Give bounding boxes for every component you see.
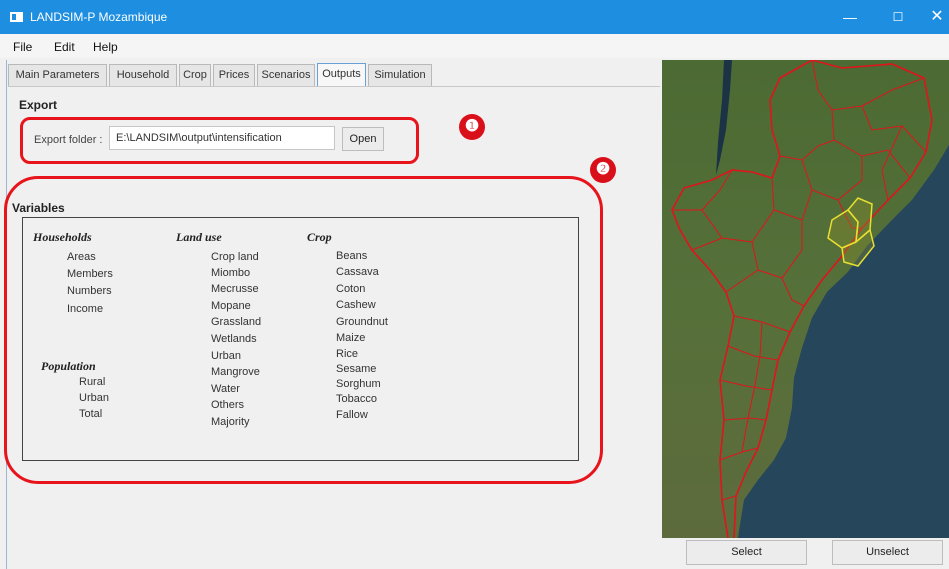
select-button[interactable]: Select — [686, 540, 807, 565]
callout-2-badge: ❷ — [590, 157, 616, 183]
var-land-mecrusse[interactable]: Mecrusse — [211, 283, 259, 295]
land-use-heading: Land use — [176, 230, 222, 244]
var-land-mopane[interactable]: Mopane — [211, 300, 251, 312]
var-population-urban[interactable]: Urban — [79, 392, 109, 404]
menu-help[interactable]: Help — [93, 40, 118, 54]
var-households-areas[interactable]: Areas — [67, 251, 96, 263]
export-heading: Export — [19, 98, 58, 112]
unselect-button[interactable]: Unselect — [832, 540, 943, 565]
var-population-rural[interactable]: Rural — [79, 376, 105, 388]
var-households-numbers[interactable]: Numbers — [67, 285, 112, 297]
menu-file[interactable]: File — [13, 40, 32, 54]
app-icon — [10, 12, 23, 22]
households-heading: Households — [33, 230, 92, 244]
var-land-majority[interactable]: Majority — [211, 416, 250, 428]
var-land-mangrove[interactable]: Mangrove — [211, 366, 260, 378]
var-households-income[interactable]: Income — [67, 303, 103, 315]
var-land-crop-land[interactable]: Crop land — [211, 251, 259, 263]
tab-outputs[interactable]: Outputs — [317, 63, 366, 87]
var-crop-rice[interactable]: Rice — [336, 348, 358, 360]
var-crop-cashew[interactable]: Cashew — [336, 299, 376, 311]
var-population-total[interactable]: Total — [79, 408, 102, 420]
maximize-button[interactable]: ☐ — [880, 0, 916, 34]
menu-edit[interactable]: Edit — [54, 40, 75, 54]
var-crop-groundnut[interactable]: Groundnut — [336, 316, 388, 328]
highlight-box-1 — [20, 117, 419, 164]
var-land-miombo[interactable]: Miombo — [211, 267, 250, 279]
callout-1-badge: ❶ — [459, 114, 485, 140]
var-crop-sorghum[interactable]: Sorghum — [336, 378, 381, 390]
tab-prices[interactable]: Prices — [213, 64, 255, 86]
tab-divider — [8, 86, 660, 87]
population-heading: Population — [41, 359, 96, 373]
var-land-urban[interactable]: Urban — [211, 350, 241, 362]
var-land-grassland[interactable]: Grassland — [211, 316, 261, 328]
var-land-wetlands[interactable]: Wetlands — [211, 333, 257, 345]
variables-panel: Households Areas Members Numbers Income … — [22, 217, 579, 461]
tab-crop[interactable]: Crop — [179, 64, 211, 86]
district-map[interactable] — [662, 60, 949, 538]
var-crop-beans[interactable]: Beans — [336, 250, 367, 262]
var-land-water[interactable]: Water — [211, 383, 240, 395]
var-land-others[interactable]: Others — [211, 399, 244, 411]
tab-main-parameters[interactable]: Main Parameters — [8, 64, 107, 86]
tab-household[interactable]: Household — [109, 64, 177, 86]
window-title: LANDSIM-P Mozambique — [30, 10, 168, 24]
var-crop-fallow[interactable]: Fallow — [336, 409, 368, 421]
title-bar: LANDSIM-P Mozambique — ☐ ✕ — [0, 0, 949, 34]
var-crop-sesame[interactable]: Sesame — [336, 363, 376, 375]
var-crop-coton[interactable]: Coton — [336, 283, 365, 295]
crop-heading: Crop — [307, 230, 332, 244]
minimize-button[interactable]: — — [832, 0, 868, 34]
var-crop-tobacco[interactable]: Tobacco — [336, 393, 377, 405]
var-households-members[interactable]: Members — [67, 268, 113, 280]
menu-bar: File Edit Help — [0, 34, 949, 58]
tab-scenarios[interactable]: Scenarios — [257, 64, 315, 86]
district-map-svg — [662, 60, 949, 538]
var-crop-maize[interactable]: Maize — [336, 332, 365, 344]
var-crop-cassava[interactable]: Cassava — [336, 266, 379, 278]
tab-simulation[interactable]: Simulation — [368, 64, 432, 86]
close-button[interactable]: ✕ — [919, 0, 949, 34]
